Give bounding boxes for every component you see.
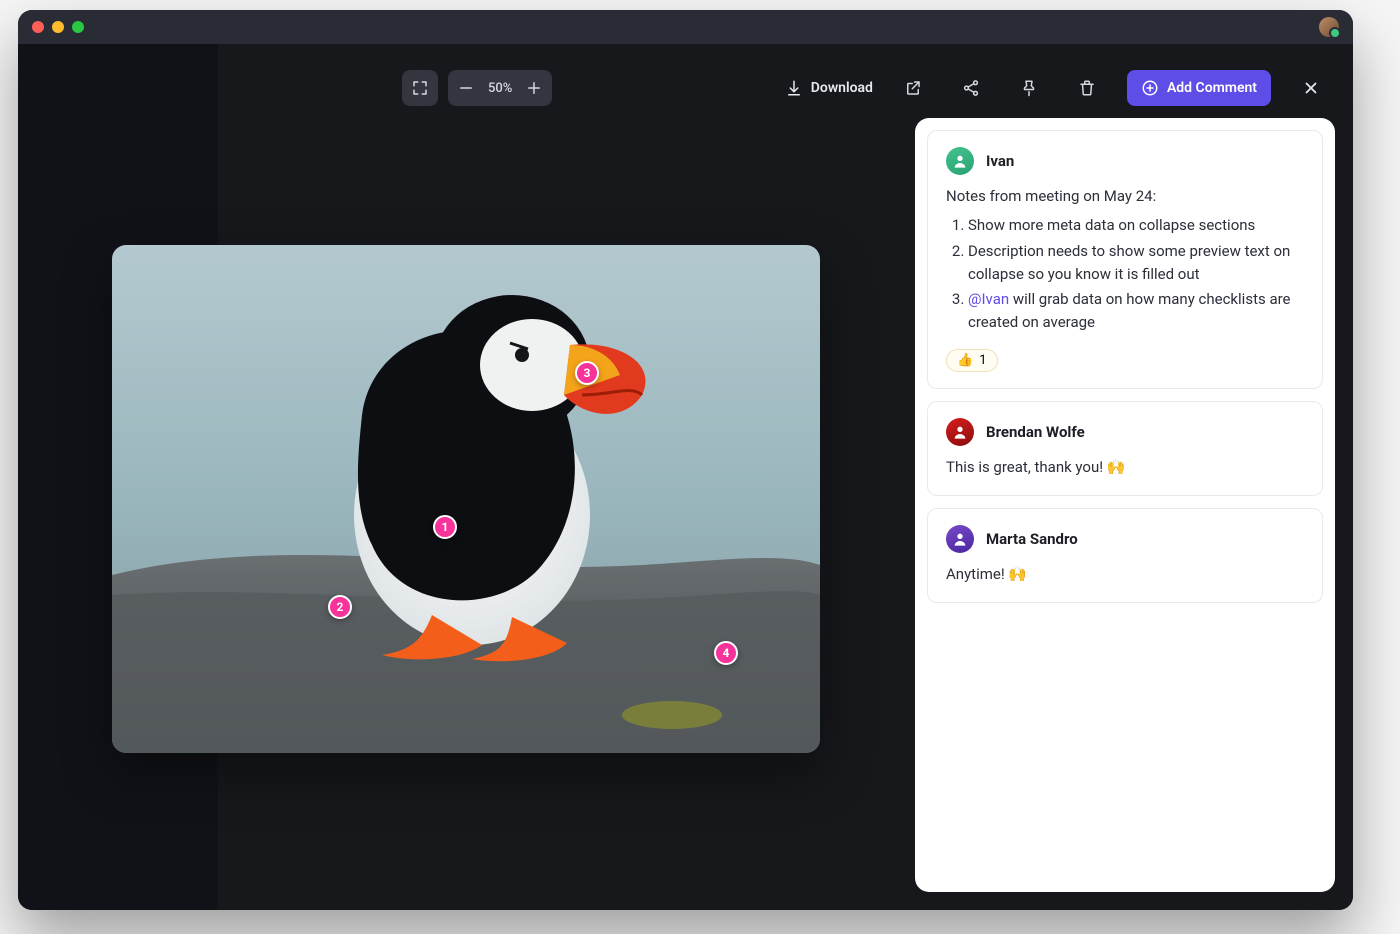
pin-button[interactable]: [1011, 70, 1047, 106]
pin-icon: [1020, 79, 1038, 97]
download-button[interactable]: Download: [785, 79, 873, 97]
annotation-pin[interactable]: 4: [714, 641, 738, 665]
comment-card[interactable]: Marta Sandro Anytime! 🙌: [927, 508, 1323, 603]
viewer-toolbar: 50% Download: [18, 58, 1353, 118]
image-preview[interactable]: 1 2 3 4: [112, 245, 820, 753]
plus-icon: [525, 79, 543, 97]
reaction-emoji: 👍: [957, 353, 973, 368]
comment-author: Brendan Wolfe: [986, 423, 1085, 441]
list-item: Show more meta data on collapse sections: [968, 214, 1304, 237]
download-icon: [785, 79, 803, 97]
comment-body: Notes from meeting on May 24: Show more …: [946, 185, 1304, 335]
person-icon: [952, 153, 968, 169]
list-item: @Ivan will grab data on how many checkli…: [968, 288, 1304, 335]
download-label: Download: [811, 80, 873, 96]
expand-icon: [411, 79, 429, 97]
reaction-count: 1: [979, 353, 986, 368]
list-item: Description needs to show some preview t…: [968, 240, 1304, 287]
window-minimize-button[interactable]: [52, 21, 64, 33]
comment-add-icon: [1141, 79, 1159, 97]
open-external-button[interactable]: [895, 70, 931, 106]
zoom-in-button[interactable]: [520, 74, 548, 102]
minus-icon: [457, 79, 475, 97]
person-icon: [952, 424, 968, 440]
zoom-out-button[interactable]: [452, 74, 480, 102]
add-comment-label: Add Comment: [1167, 80, 1257, 96]
avatar: [946, 418, 974, 446]
app-window: 50% Download: [18, 10, 1353, 910]
annotation-pin[interactable]: 1: [433, 515, 457, 539]
avatar: [946, 525, 974, 553]
mention[interactable]: @Ivan: [968, 290, 1009, 308]
share-button[interactable]: [953, 70, 989, 106]
zoom-controls: 50%: [448, 70, 552, 106]
comment-author: Marta Sandro: [986, 530, 1078, 548]
comment-card[interactable]: Ivan Notes from meeting on May 24: Show …: [927, 130, 1323, 389]
trash-icon: [1078, 79, 1096, 97]
current-user-avatar[interactable]: [1319, 17, 1339, 37]
comment-body: This is great, thank you! 🙌: [946, 456, 1304, 479]
fullscreen-button[interactable]: [402, 70, 438, 106]
comments-panel: Ivan Notes from meeting on May 24: Show …: [915, 118, 1335, 892]
preview-image: [112, 245, 820, 753]
add-comment-button[interactable]: Add Comment: [1127, 70, 1271, 106]
window-maximize-button[interactable]: [72, 21, 84, 33]
comment-intro: Notes from meeting on May 24:: [946, 185, 1304, 208]
close-viewer-button[interactable]: [1293, 70, 1329, 106]
external-link-icon: [904, 79, 922, 97]
window-close-button[interactable]: [32, 21, 44, 33]
reaction-chip[interactable]: 👍 1: [946, 349, 998, 372]
delete-button[interactable]: [1069, 70, 1105, 106]
share-icon: [962, 79, 980, 97]
traffic-lights: [32, 21, 84, 33]
avatar: [946, 147, 974, 175]
comment-card[interactable]: Brendan Wolfe This is great, thank you! …: [927, 401, 1323, 496]
annotation-pin[interactable]: 2: [328, 595, 352, 619]
person-icon: [952, 531, 968, 547]
zoom-level-label: 50%: [480, 81, 520, 96]
annotation-pin[interactable]: 3: [575, 361, 599, 385]
comment-list: Show more meta data on collapse sections…: [946, 214, 1304, 334]
comment-body: Anytime! 🙌: [946, 563, 1304, 586]
titlebar: [18, 10, 1353, 44]
close-icon: [1302, 79, 1320, 97]
comment-author: Ivan: [986, 152, 1014, 170]
